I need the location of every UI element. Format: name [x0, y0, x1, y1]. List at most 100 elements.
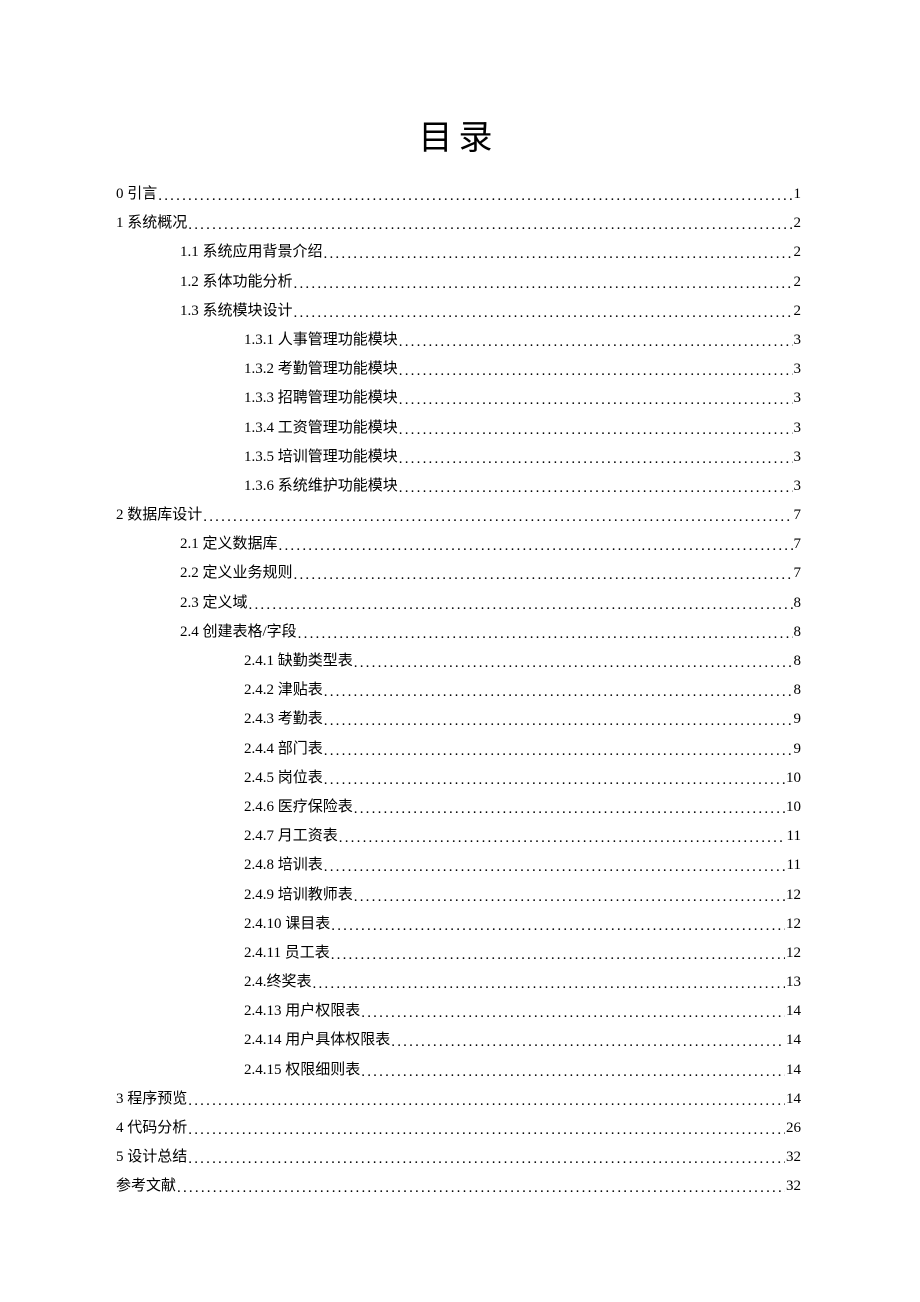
- toc-entry-page: 11: [787, 858, 801, 873]
- toc-leader-dots: [354, 656, 793, 671]
- toc-leader-dots: [188, 1123, 785, 1138]
- toc-entry: 1.3 系统模块设计 2: [116, 304, 801, 319]
- toc-entry-page: 8: [794, 625, 802, 640]
- toc-entry-page: 2: [794, 216, 802, 231]
- toc-entry: 2.4.1 缺勤类型表8: [116, 654, 801, 669]
- toc-entry-label: 2.2 定义业务规则: [180, 566, 293, 581]
- toc-entry-label: 2.4.11 员工表: [244, 946, 330, 961]
- toc-leader-dots: [324, 773, 785, 788]
- toc-entry-label: 2.4.4 部门表: [244, 742, 323, 757]
- toc-entry-page: 2: [794, 245, 802, 260]
- toc-leader-dots: [294, 568, 793, 583]
- toc-entry-label: 2.1 定义数据库: [180, 537, 278, 552]
- toc-entry: 1.3.1 人事管理功能模块3: [116, 333, 801, 348]
- toc-entry-label: 2.4.5 岗位表: [244, 771, 323, 786]
- toc-entry: 2.4.13 用户权限表 14: [116, 1004, 801, 1019]
- toc-entry-page: 2: [794, 275, 802, 290]
- toc-leader-dots: [158, 189, 792, 204]
- toc-entry: 2.4.6 医疗保险表10: [116, 800, 801, 815]
- toc-entry-page: 2: [794, 304, 802, 319]
- toc-entry: 2.1 定义数据库 7: [116, 537, 801, 552]
- toc-entry: 1.2 系体功能分析2: [116, 275, 801, 290]
- toc-entry-page: 26: [786, 1121, 801, 1136]
- toc-entry-page: 9: [794, 712, 802, 727]
- toc-leader-dots: [399, 423, 793, 438]
- toc-leader-dots: [324, 860, 786, 875]
- toc-entry: 1.3.5 培训管理功能模块3: [116, 450, 801, 465]
- toc-entry-label: 1.3.1 人事管理功能模块: [244, 333, 398, 348]
- toc-entry-label: 1.3.3 招聘管理功能模块: [244, 391, 398, 406]
- toc-entry: 2.4.4 部门表 9: [116, 742, 801, 757]
- toc-entry-page: 11: [787, 829, 801, 844]
- toc-entry-page: 14: [786, 1063, 801, 1078]
- toc-entry: 参考文献32: [116, 1179, 801, 1194]
- toc-leader-dots: [188, 218, 792, 233]
- toc-entry-page: 8: [794, 596, 802, 611]
- toc-entry-label: 2.4.9 培训教师表: [244, 888, 353, 903]
- toc-entry-label: 2.4.13 用户权限表: [244, 1004, 360, 1019]
- toc-entry-label: 0 引言: [116, 187, 157, 202]
- toc-entry: 2.4.9 培训教师表 12: [116, 888, 801, 903]
- toc-entry: 2.4.2 津贴表8: [116, 683, 801, 698]
- toc-entry: 2.4.终奖表13: [116, 975, 801, 990]
- toc-entry-page: 32: [786, 1150, 801, 1165]
- toc-entry-label: 4 代码分析: [116, 1121, 187, 1136]
- toc-leader-dots: [294, 306, 793, 321]
- toc-entry: 2.4.5 岗位表 10: [116, 771, 801, 786]
- toc-entry: 1 系统概况 2: [116, 216, 801, 231]
- toc-entry: 5 设计总结 32: [116, 1150, 801, 1165]
- toc-entry-label: 5 设计总结: [116, 1150, 187, 1165]
- toc-entry-label: 3 程序预览: [116, 1092, 187, 1107]
- toc-entry-page: 7: [794, 537, 802, 552]
- toc-entry-label: 2.4.7 月工资表: [244, 829, 338, 844]
- toc-entry-label: 2.4.终奖表: [244, 975, 312, 990]
- toc-entry-page: 3: [794, 391, 802, 406]
- toc-entry-page: 7: [794, 508, 802, 523]
- toc-entry-page: 12: [786, 888, 801, 903]
- toc-leader-dots: [249, 598, 793, 613]
- toc-entry-page: 14: [786, 1033, 801, 1048]
- toc-leader-dots: [177, 1181, 785, 1196]
- toc-entry-page: 8: [794, 654, 802, 669]
- toc-entry-label: 1.3.6 系统维护功能模块: [244, 479, 398, 494]
- toc-leader-dots: [294, 277, 793, 292]
- toc-entry-page: 8: [794, 683, 802, 698]
- toc-entry-page: 12: [786, 917, 801, 932]
- toc-entry-label: 2.4.15 权限细则表: [244, 1063, 360, 1078]
- toc-title: 目录: [116, 110, 801, 159]
- toc-entry-page: 1: [794, 187, 802, 202]
- toc-entry-page: 14: [786, 1004, 801, 1019]
- toc-entry: 2.4.11 员工表 12: [116, 946, 801, 961]
- toc-entry-label: 2.4 创建表格/字段: [180, 625, 297, 640]
- toc-entry: 2.4.10 课目表12: [116, 917, 801, 932]
- toc-entry: 2.2 定义业务规则7: [116, 566, 801, 581]
- toc-leader-dots: [354, 890, 785, 905]
- toc-entry-label: 1 系统概况: [116, 216, 187, 231]
- toc-entry: 1.3.4 工资管理功能模块3: [116, 421, 801, 436]
- toc-entry: 2.4 创建表格/字段 8: [116, 625, 801, 640]
- toc-leader-dots: [331, 919, 785, 934]
- toc-leader-dots: [331, 948, 785, 963]
- toc-leader-dots: [203, 510, 792, 525]
- toc-entry: 2.4.8 培训表 11: [116, 858, 801, 873]
- toc-entry-page: 14: [786, 1092, 801, 1107]
- toc-entry-label: 1.3 系统模块设计: [180, 304, 293, 319]
- toc-leader-dots: [279, 539, 793, 554]
- toc-entry-page: 9: [794, 742, 802, 757]
- toc-entry: 2.4.14 用户具体权限表14: [116, 1033, 801, 1048]
- toc-leader-dots: [399, 452, 793, 467]
- toc-leader-dots: [324, 744, 793, 759]
- toc-entry: 2.4.3 考勤表9: [116, 712, 801, 727]
- toc-entry-label: 1.3.2 考勤管理功能模块: [244, 362, 398, 377]
- toc-entry-page: 12: [786, 946, 801, 961]
- toc-leader-dots: [391, 1035, 785, 1050]
- toc-entry-page: 10: [786, 771, 801, 786]
- table-of-contents: 0 引言11 系统概况21.1 系统应用背景介绍21.2 系体功能分析21.3 …: [116, 187, 801, 1194]
- toc-leader-dots: [188, 1094, 785, 1109]
- toc-entry-label: 参考文献: [116, 1179, 176, 1194]
- toc-leader-dots: [399, 393, 793, 408]
- toc-leader-dots: [399, 481, 793, 496]
- toc-entry-label: 2.4.6 医疗保险表: [244, 800, 353, 815]
- toc-leader-dots: [313, 977, 785, 992]
- toc-entry-label: 2.4.8 培训表: [244, 858, 323, 873]
